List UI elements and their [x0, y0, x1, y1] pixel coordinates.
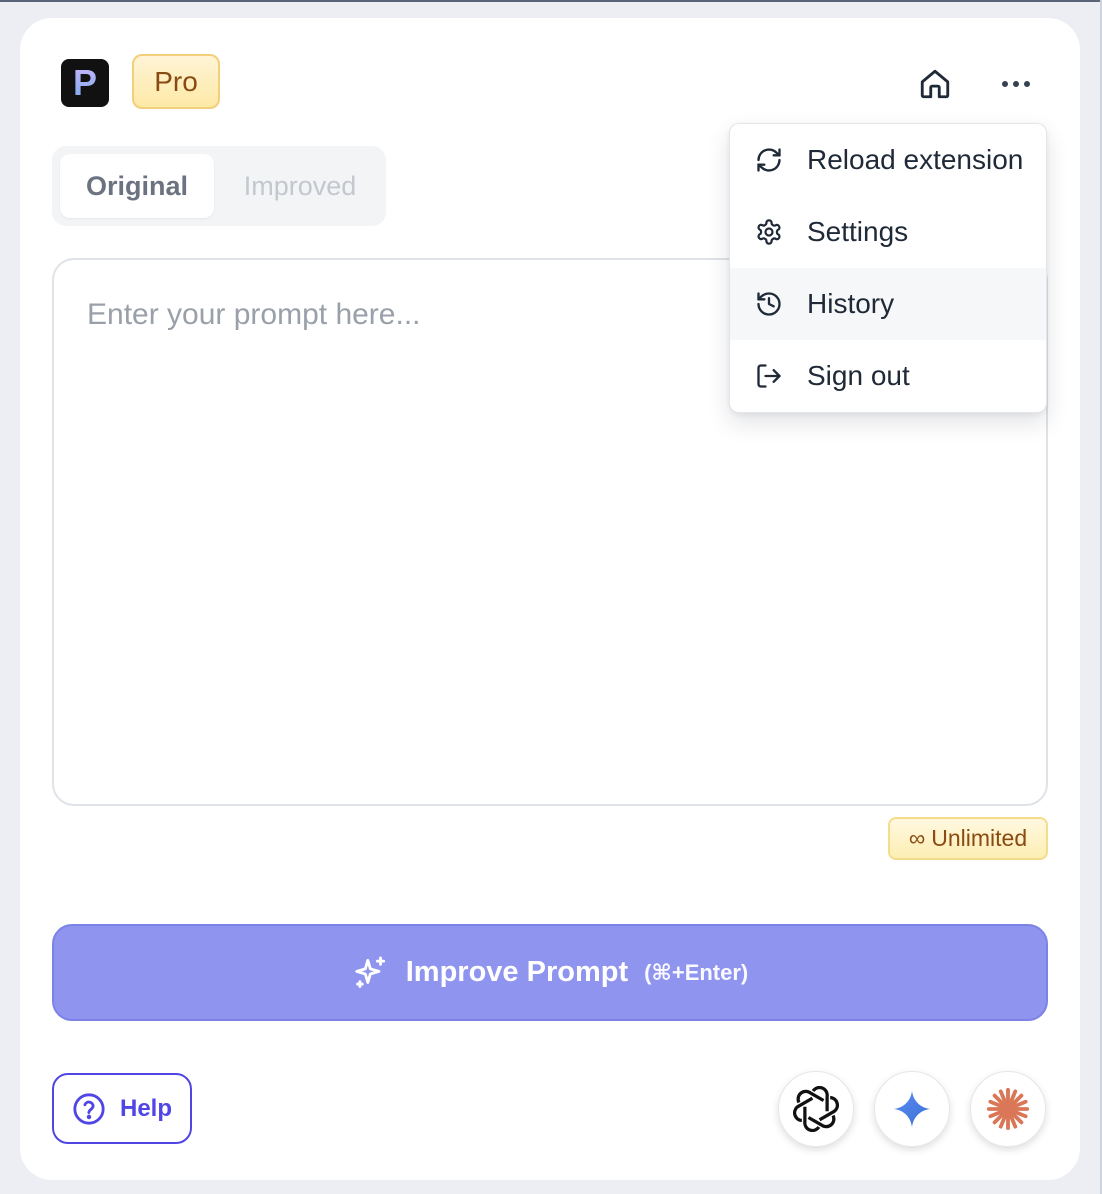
menu-item-label: Sign out	[807, 360, 910, 391]
tab-original[interactable]: Original	[60, 154, 214, 218]
open-claude-button[interactable]	[970, 1071, 1046, 1147]
usage-label: Unlimited	[931, 825, 1028, 851]
window-top-border	[0, 0, 1102, 2]
app-logo: P	[61, 59, 109, 107]
improve-prompt-shortcut: (⌘+Enter)	[644, 959, 749, 985]
menu-item-reload-extension[interactable]: Reload extension	[730, 124, 1046, 196]
claude-icon	[986, 1087, 1030, 1131]
options-menu: Reload extension Settings History Sign o…	[729, 123, 1047, 413]
gemini-icon	[893, 1090, 931, 1128]
menu-item-label: History	[807, 288, 895, 319]
improve-prompt-button[interactable]: Improve Prompt (⌘+Enter)	[52, 924, 1048, 1021]
infinity-icon: ∞	[908, 825, 926, 851]
menu-item-label: Reload extension	[807, 144, 1024, 175]
sparkles-icon	[355, 956, 385, 988]
usage-badge: ∞ Unlimited	[888, 817, 1048, 860]
more-options-button[interactable]	[996, 64, 1036, 104]
home-button[interactable]	[915, 64, 955, 104]
help-circle-icon	[73, 1092, 105, 1125]
improve-prompt-label: Improve Prompt	[405, 956, 629, 988]
logo-letter: P	[72, 62, 97, 103]
sign-out-icon	[755, 362, 783, 390]
menu-item-settings[interactable]: Settings	[730, 196, 1046, 268]
plan-badge: Pro	[132, 54, 220, 109]
tab-improved[interactable]: Improved	[222, 154, 378, 218]
open-gemini-button[interactable]	[874, 1071, 950, 1147]
openai-icon	[793, 1086, 839, 1132]
menu-item-label: Settings	[807, 216, 909, 247]
reload-icon	[755, 146, 783, 174]
help-label: Help	[119, 1094, 172, 1122]
home-icon	[920, 69, 950, 99]
open-chatgpt-button[interactable]	[778, 1071, 854, 1147]
menu-item-sign-out[interactable]: Sign out	[730, 340, 1046, 412]
history-icon	[755, 290, 783, 318]
more-horizontal-icon	[1002, 81, 1030, 87]
menu-item-history[interactable]: History	[730, 268, 1046, 340]
view-tabs: Original Improved	[52, 146, 386, 226]
help-button[interactable]: Help	[52, 1073, 192, 1144]
gear-icon	[755, 218, 783, 246]
